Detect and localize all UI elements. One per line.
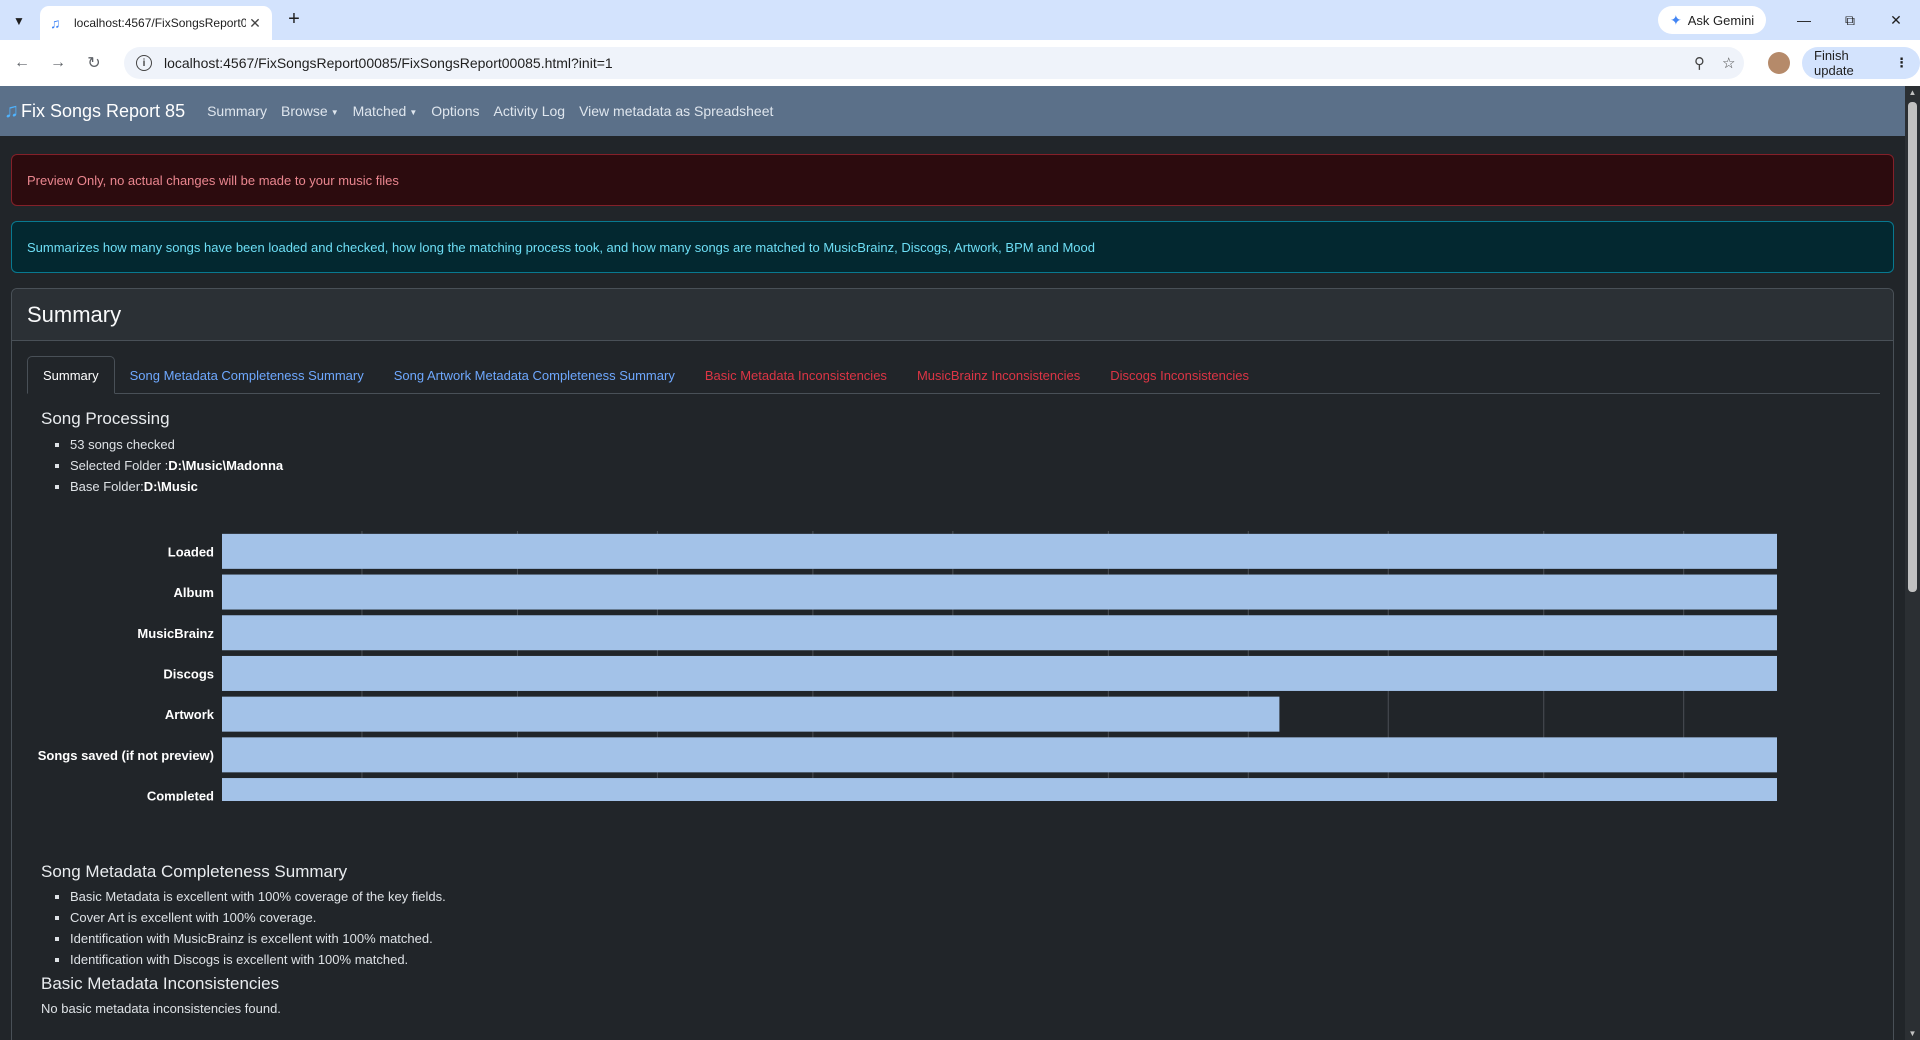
inconsistencies-heading: Basic Metadata Inconsistencies [41,974,280,993]
site-info-icon[interactable]: i [136,55,152,71]
browser-tab-title: localhost:4567/FixSongsReport0 [74,16,246,30]
song-processing-list: 53 songs checked Selected Folder :D:\Mus… [70,434,283,497]
bar [222,574,1777,610]
zoom-magnifier-icon[interactable]: ⚲ [1694,54,1705,72]
tab-song-artwork-completeness[interactable]: Song Artwork Metadata Completeness Summa… [379,356,690,394]
nav-options[interactable]: Options [431,103,479,119]
preview-alert: Preview Only, no actual changes will be … [11,154,1894,206]
y-category-label: Discogs [163,666,214,681]
y-category-label: Album [174,585,214,600]
tab-basic-metadata-inconsistencies[interactable]: Basic Metadata Inconsistencies [690,356,902,394]
restore-icon[interactable]: ⧉ [1828,6,1872,34]
scroll-down-arrow-icon[interactable]: ▼ [1908,1029,1917,1038]
ask-gemini-label: Ask Gemini [1687,12,1755,28]
y-category-label: MusicBrainz [137,626,214,641]
y-category-label: Songs saved (if not preview) [38,748,214,763]
summary-tabs: Summary Song Metadata Completeness Summa… [27,356,1880,394]
inconsistencies-text: No basic metadata inconsistencies found. [41,1001,281,1016]
nav-matched-label: Matched [352,103,407,119]
nav-browse[interactable]: Browse ▼ [281,103,339,119]
close-tab-icon[interactable]: ✕ [246,15,264,32]
tab-search-chevron-icon[interactable]: ▼ [8,10,30,32]
bar [222,696,1280,732]
tab-summary[interactable]: Summary [27,356,115,394]
nav-view-spreadsheet[interactable]: View metadata as Spreadsheet [579,103,773,119]
list-item: Identification with MusicBrainz is excel… [70,928,446,949]
list-item: Base Folder:D:\Music [70,476,283,497]
base-folder-value: D:\Music [143,479,198,494]
tab-discogs-inconsistencies[interactable]: Discogs Inconsistencies [1095,356,1264,394]
song-processing-heading: Song Processing [41,409,170,428]
y-category-label: Completed [147,789,214,801]
brand-title: Fix Songs Report 85 [21,100,186,121]
list-item: Selected Folder :D:\Music\Madonna [70,455,283,476]
app-navbar: ♫ Fix Songs Report 85 Summary Browse ▼ Ma… [0,86,1905,136]
caret-down-icon: ▼ [330,107,339,117]
bar [222,615,1777,651]
y-category-label: Loaded [168,544,214,559]
close-window-icon[interactable]: ✕ [1874,6,1918,34]
info-alert: Summarizes how many songs have been load… [11,221,1894,273]
selected-folder-value: D:\Music\Madonna [168,458,284,473]
browser-tab-strip: ▼ ♫ localhost:4567/FixSongsReport0 ✕ + ✦… [0,0,1920,40]
processing-bar-chart: 0%9%19%28%38%47%57%66%75%85%94%LoadedAlb… [27,521,1787,801]
bar [222,533,1777,569]
nav-activity-log[interactable]: Activity Log [493,103,565,119]
tab-musicbrainz-inconsistencies[interactable]: MusicBrainz Inconsistencies [902,356,1095,394]
profile-avatar[interactable] [1768,52,1790,74]
tab-song-metadata-completeness[interactable]: Song Metadata Completeness Summary [115,356,379,394]
minimize-icon[interactable]: — [1782,6,1826,34]
scrollbar-thumb[interactable] [1908,102,1917,592]
summary-card: Summary Summary Song Metadata Completene… [11,288,1894,1040]
bar [222,737,1777,773]
address-bar[interactable]: i localhost:4567/FixSongsReport00085/Fix… [124,47,1744,79]
nav-matched[interactable]: Matched ▼ [353,103,418,119]
card-title: Summary [12,289,1893,341]
list-item: Cover Art is excellent with 100% coverag… [70,907,446,928]
brand-link[interactable]: ♫ Fix Songs Report 85 [4,100,185,123]
base-folder-label: Base Folder: [70,479,144,494]
scroll-up-arrow-icon[interactable]: ▲ [1908,88,1917,97]
forward-arrow-icon[interactable]: → [46,51,70,75]
songs-checked-text: 53 songs checked [70,437,175,452]
page-scrollbar[interactable]: ▲ ▼ [1905,86,1920,1040]
browser-toolbar: ← → ↻ i localhost:4567/FixSongsReport000… [0,40,1920,86]
back-arrow-icon[interactable]: ← [10,51,34,75]
new-tab-plus-icon[interactable]: + [282,8,306,32]
browser-tab[interactable]: ♫ localhost:4567/FixSongsReport0 ✕ [40,6,272,40]
address-url[interactable]: localhost:4567/FixSongsReport00085/FixSo… [164,55,613,71]
reload-icon[interactable]: ↻ [82,51,106,75]
nav-browse-label: Browse [281,103,328,119]
y-category-label: Artwork [165,707,215,722]
kebab-menu-icon: ⋮ [1895,55,1908,70]
nav-summary[interactable]: Summary [207,103,267,119]
music-note-icon: ♫ [4,99,19,122]
completeness-heading: Song Metadata Completeness Summary [41,862,348,881]
finish-update-label: Finish update [1814,48,1854,78]
page-viewport: ♫ Fix Songs Report 85 Summary Browse ▼ Ma… [0,86,1920,1040]
finish-update-button[interactable]: Finish update ⋮ [1802,47,1920,79]
completeness-list: Basic Metadata is excellent with 100% co… [70,886,446,970]
bar [222,778,1777,801]
caret-down-icon: ▼ [409,107,418,117]
list-item: Basic Metadata is excellent with 100% co… [70,886,446,907]
chart-svg: 0%9%19%28%38%47%57%66%75%85%94%LoadedAlb… [38,531,1777,801]
list-item: Identification with Discogs is excellent… [70,949,446,970]
gemini-sparkle-icon: ✦ [1670,11,1682,28]
ask-gemini-button[interactable]: ✦ Ask Gemini [1658,6,1767,34]
music-note-icon: ♫ [50,15,61,31]
list-item: 53 songs checked [70,434,283,455]
bookmark-star-icon[interactable]: ☆ [1722,54,1735,72]
selected-folder-label: Selected Folder : [70,458,169,473]
bar [222,655,1777,691]
